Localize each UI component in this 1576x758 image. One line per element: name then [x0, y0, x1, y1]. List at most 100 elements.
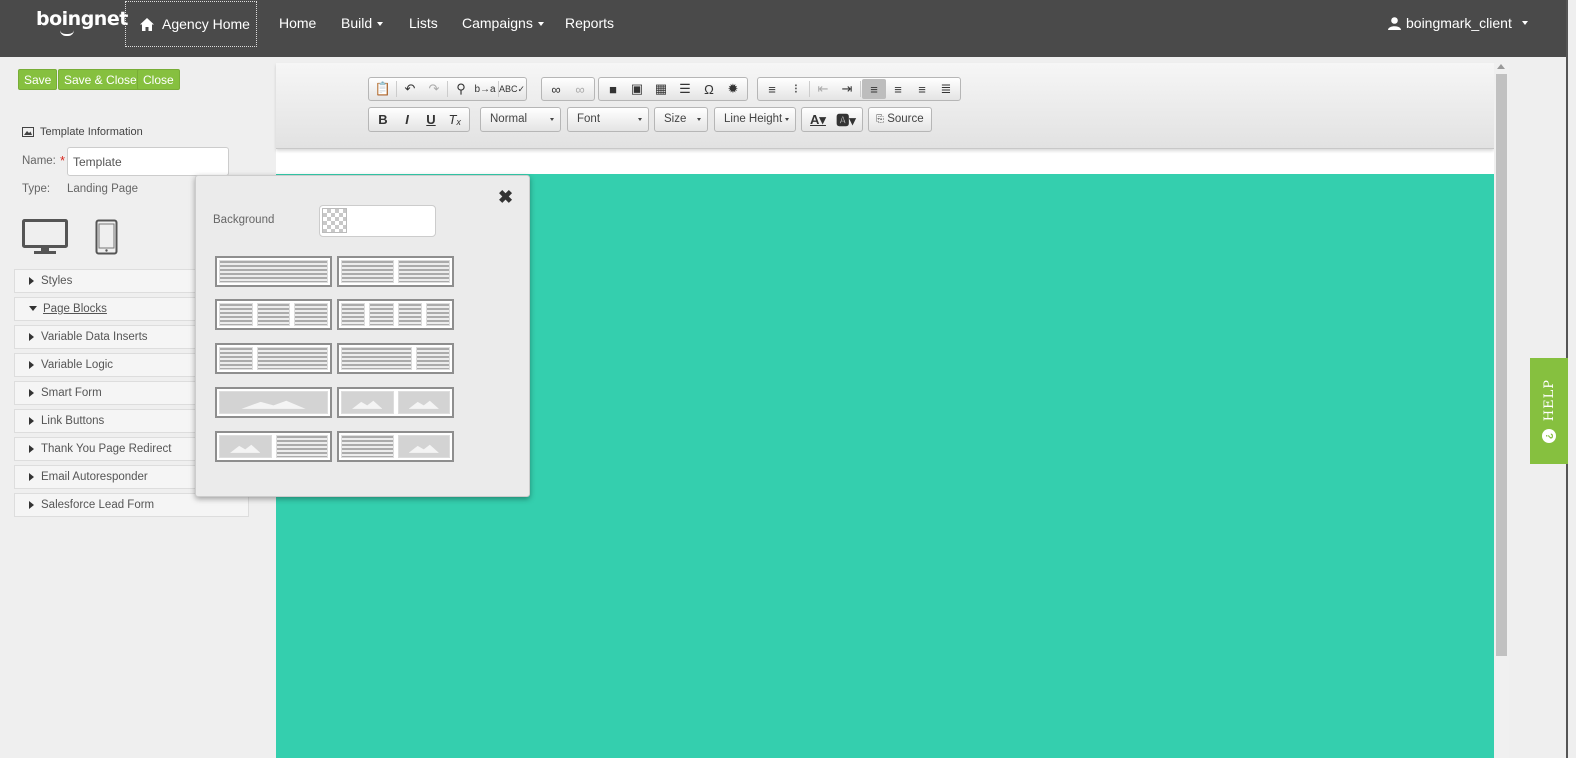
image-placeholder-icon	[397, 435, 450, 458]
caret-right-icon	[29, 360, 34, 369]
tablet-view-icon[interactable]	[95, 219, 119, 256]
layout-two-images-caption[interactable]	[337, 387, 454, 418]
replace-icon[interactable]: b→a	[473, 79, 497, 99]
caret-right-icon	[29, 388, 34, 397]
save-close-button[interactable]: Save & Close	[58, 69, 143, 90]
caret-right-icon	[29, 416, 34, 425]
align-right-icon[interactable]: ≡	[910, 79, 934, 99]
justify-icon[interactable]: ≣	[934, 79, 958, 99]
table-icon[interactable]: ▦	[649, 79, 673, 99]
format-select[interactable]: Normal	[480, 107, 561, 132]
type-value: Landing Page	[67, 183, 138, 195]
toolbar-group-basic-styles: B I U Tₓ	[368, 107, 470, 132]
save-button[interactable]: Save	[18, 69, 58, 90]
help-tab[interactable]: HELP ?	[1530, 358, 1568, 464]
scrollbar-thumb[interactable]	[1496, 74, 1507, 656]
dropdown-arrow-icon	[550, 118, 554, 121]
caret-right-icon	[29, 444, 34, 453]
logo[interactable]: boingnet	[36, 8, 128, 30]
toolbar-group-colors: A▾ 🅰▾	[801, 107, 863, 132]
layout-two-columns[interactable]	[337, 256, 454, 287]
layout-cell	[397, 303, 422, 326]
layout-cell	[341, 260, 394, 283]
caret-right-icon	[29, 472, 34, 481]
home-icon	[140, 17, 154, 31]
italic-icon[interactable]: I	[395, 110, 419, 130]
nav-lists[interactable]: Lists	[409, 15, 438, 31]
layout-image-text[interactable]	[215, 431, 332, 462]
video-icon[interactable]: ■	[601, 79, 625, 99]
layout-four-columns[interactable]	[337, 299, 454, 330]
section-label: Link Buttons	[41, 415, 105, 427]
align-center-icon[interactable]: ≡	[886, 79, 910, 99]
indent-icon[interactable]: ⇥	[835, 79, 859, 99]
section-label: Styles	[41, 275, 73, 287]
layout-one-column[interactable]	[215, 256, 332, 287]
source-label: Source	[887, 113, 924, 125]
agency-home-label: Agency Home	[162, 16, 250, 32]
layout-cell	[397, 260, 450, 283]
layout-three-columns[interactable]	[215, 299, 332, 330]
template-info-heading: Template Information	[22, 126, 143, 138]
undo-icon[interactable]: ↶	[398, 79, 422, 99]
size-value: Size	[664, 113, 687, 125]
scroll-up-icon[interactable]	[1497, 64, 1505, 69]
desktop-view-icon[interactable]	[22, 219, 68, 255]
nav-reports[interactable]: Reports	[565, 15, 614, 31]
close-button[interactable]: Close	[137, 69, 180, 90]
layout-cell	[275, 435, 328, 458]
toolbar-group-insert: ■ ▣ ▦ ☰ Ω ✹	[598, 77, 748, 101]
layout-cell	[256, 303, 291, 326]
redo-icon[interactable]: ↷	[422, 79, 446, 99]
layout-cell	[369, 303, 394, 326]
bulleted-list-icon[interactable]: ⁝	[784, 79, 808, 99]
font-select[interactable]: Font	[567, 107, 649, 132]
settings-icon[interactable]: ✹	[721, 79, 745, 99]
paste-icon[interactable]: 📋	[371, 79, 395, 99]
section-label: Page Blocks	[43, 303, 107, 315]
align-left-icon[interactable]: ≡	[862, 79, 886, 99]
layout-wide-narrow[interactable]	[337, 343, 454, 374]
section-label: Variable Data Inserts	[41, 331, 148, 343]
format-value: Normal	[490, 113, 528, 125]
underline-icon[interactable]: U	[419, 110, 443, 130]
find-icon[interactable]: ⚲	[449, 79, 473, 99]
user-menu[interactable]: boingmark_client	[1388, 15, 1528, 31]
source-icon: ⎘	[876, 114, 884, 125]
image-icon[interactable]: ▣	[625, 79, 649, 99]
template-info-label: Template Information	[40, 126, 143, 138]
layout-text-image[interactable]	[337, 431, 454, 462]
text-color-icon[interactable]: A▾	[804, 110, 832, 130]
layout-cell	[341, 435, 394, 458]
toolbar-separator	[809, 81, 810, 97]
source-button[interactable]: ⎘ Source	[868, 107, 932, 132]
template-name-input[interactable]	[67, 147, 229, 176]
line-height-select[interactable]: Line Height	[714, 107, 796, 132]
horizontal-rule-icon[interactable]: ☰	[673, 79, 697, 99]
background-color-icon[interactable]: 🅰▾	[832, 110, 860, 130]
layout-full-image[interactable]	[215, 387, 332, 418]
size-select[interactable]: Size	[654, 107, 708, 132]
outdent-icon[interactable]: ⇤	[811, 79, 835, 99]
layout-cell	[341, 303, 366, 326]
link-icon[interactable]: ∞	[544, 79, 568, 99]
required-marker: *	[60, 153, 66, 168]
agency-home-link[interactable]: Agency Home	[125, 1, 257, 47]
special-char-icon[interactable]: Ω	[697, 79, 721, 99]
question-icon: ?	[1542, 429, 1556, 444]
dropdown-arrow-icon	[785, 118, 789, 121]
nav-campaigns[interactable]: Campaigns	[462, 15, 544, 31]
section-label: Variable Logic	[41, 359, 114, 371]
close-icon[interactable]: ✖	[498, 187, 513, 208]
user-icon	[1388, 16, 1401, 30]
numbered-list-icon[interactable]: ≡	[760, 79, 784, 99]
spellcheck-icon[interactable]: ABC✓	[499, 79, 525, 99]
layout-narrow-wide[interactable]	[215, 343, 332, 374]
nav-home[interactable]: Home	[279, 15, 316, 31]
bold-icon[interactable]: B	[371, 110, 395, 130]
dropdown-arrow-icon	[638, 118, 642, 121]
unlink-icon[interactable]: ∞	[568, 79, 592, 99]
remove-format-icon[interactable]: Tₓ	[443, 110, 467, 130]
logo-swoosh	[60, 30, 74, 36]
nav-build[interactable]: Build	[341, 15, 384, 31]
